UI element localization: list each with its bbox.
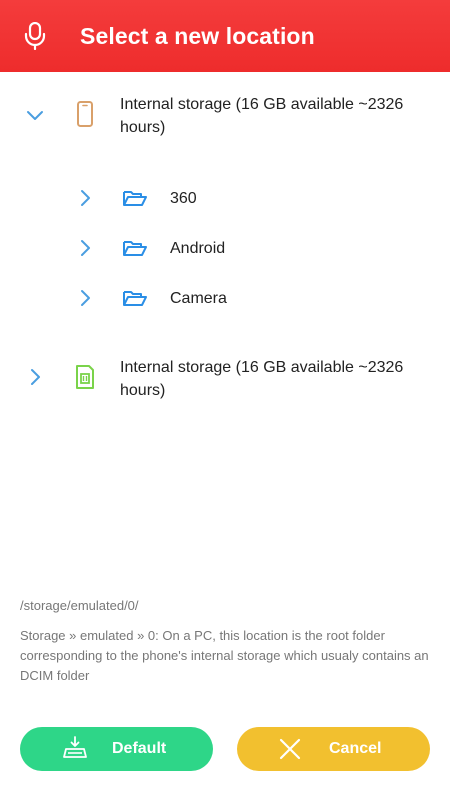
- chevron-down-icon[interactable]: [25, 105, 45, 125]
- tree-node-label: Internal storage (16 GB available ~2326 …: [120, 96, 404, 136]
- tree-node-label: Camera: [170, 290, 227, 307]
- folder-open-icon: [123, 241, 147, 256]
- tree-node-internal-storage[interactable]: Internal storage (16 GB available ~2326 …: [0, 92, 450, 142]
- phone-icon: [77, 101, 93, 127]
- folder-open-icon: [123, 291, 147, 306]
- tree-node-label: 360: [170, 190, 197, 207]
- microphone-icon[interactable]: [22, 22, 48, 50]
- selected-path: /storage/emulated/0/: [20, 598, 139, 613]
- tree-node-folder-camera[interactable]: Camera: [0, 283, 450, 313]
- tree-node-folder-android[interactable]: Android: [0, 233, 450, 263]
- tree-node-folder-360[interactable]: 360: [0, 183, 450, 213]
- page-title: Select a new location: [80, 23, 315, 49]
- tree-node-sd-storage[interactable]: Internal storage (16 GB available ~2326 …: [0, 356, 450, 406]
- sd-card-icon: [76, 365, 94, 389]
- tree-node-label: Internal storage (16 GB available ~2326 …: [120, 359, 404, 399]
- location-description: Storage » emulated » 0: On a PC, this lo…: [20, 628, 429, 683]
- storage-download-icon: [63, 736, 87, 758]
- tree-node-label: Android: [170, 240, 226, 257]
- folder-open-icon: [123, 191, 147, 206]
- cancel-button[interactable]: Cancel: [237, 727, 430, 771]
- chevron-right-icon[interactable]: [75, 288, 95, 308]
- chevron-right-icon[interactable]: [75, 238, 95, 258]
- chevron-right-icon[interactable]: [25, 367, 45, 387]
- chevron-right-icon[interactable]: [75, 188, 95, 208]
- default-button[interactable]: Default: [20, 727, 213, 771]
- default-button-label: Default: [112, 740, 167, 757]
- cancel-button-label: Cancel: [329, 740, 382, 757]
- location-picker-screen: Select a new location Internal storage (…: [0, 0, 450, 800]
- close-icon: [279, 738, 301, 760]
- app-header: Select a new location: [0, 0, 450, 72]
